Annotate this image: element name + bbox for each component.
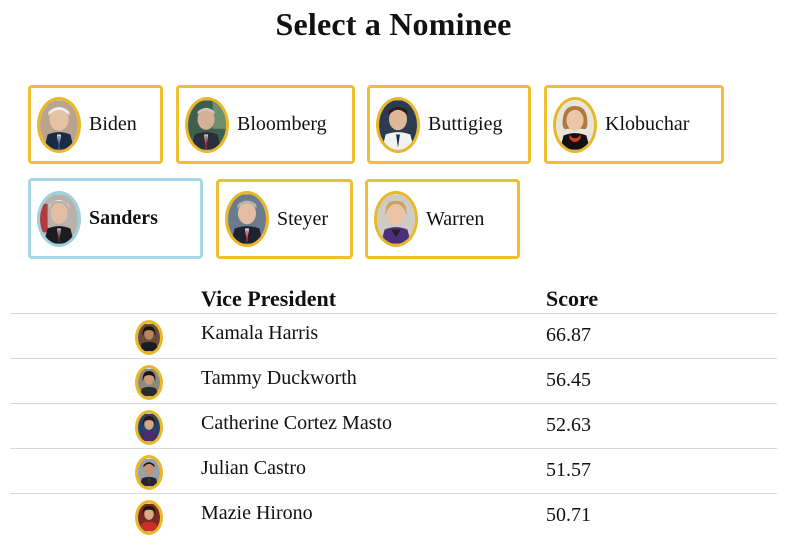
table-row: Catherine Cortez Masto 52.63	[10, 403, 777, 449]
vp-column-header: Vice President	[201, 286, 337, 311]
mazie-hirono-photo-icon	[135, 500, 163, 535]
nominee-name: Buttigieg	[428, 113, 503, 135]
nominee-card-biden[interactable]: Biden	[28, 85, 163, 164]
nominee-name: Bloomberg	[237, 113, 327, 135]
vp-name: Mazie Hirono	[201, 502, 313, 524]
steyer-photo-icon	[225, 191, 269, 247]
vp-name: Kamala Harris	[201, 322, 319, 344]
score-column-header: Score	[546, 286, 599, 311]
table-row: Tammy Duckworth 56.45	[10, 358, 777, 404]
page-title: Select a Nominee	[275, 6, 512, 42]
sanders-photo-icon	[37, 190, 81, 247]
catherine-cortez-masto-photo-icon	[135, 410, 163, 445]
table-row: Mazie Hirono 50.71	[10, 493, 777, 539]
nominee-card-steyer[interactable]: Steyer	[216, 179, 353, 259]
vp-name: Catherine Cortez Masto	[201, 412, 393, 434]
nominee-name: Warren	[426, 207, 485, 230]
biden-photo-icon	[37, 96, 81, 153]
table-row: Julian Castro 51.57	[10, 448, 777, 494]
nominee-card-warren[interactable]: Warren	[365, 179, 520, 259]
vp-score: 56.45	[546, 369, 591, 391]
buttigieg-photo-icon	[376, 96, 420, 153]
klobuchar-photo-icon	[553, 96, 597, 153]
vp-score: 66.87	[546, 324, 591, 346]
nominee-name: Sanders	[89, 207, 158, 229]
tammy-duckworth-photo-icon	[135, 365, 163, 400]
bloomberg-photo-icon	[185, 96, 229, 153]
nominee-name: Biden	[89, 113, 137, 135]
vp-score: 50.71	[546, 504, 591, 526]
nominee-card-sanders[interactable]: Sanders	[28, 178, 203, 259]
vp-score: 51.57	[546, 459, 591, 481]
vp-score: 52.63	[546, 414, 591, 436]
nominee-name: Steyer	[277, 207, 329, 230]
nominee-card-buttigieg[interactable]: Buttigieg	[367, 85, 531, 164]
table-row: Kamala Harris 66.87	[10, 313, 777, 359]
julian-castro-photo-icon	[135, 455, 163, 490]
nominee-card-klobuchar[interactable]: Klobuchar	[544, 85, 724, 164]
vp-name: Tammy Duckworth	[201, 367, 357, 389]
nominee-name: Klobuchar	[605, 113, 690, 135]
kamala-harris-photo-icon	[135, 320, 163, 355]
vp-name: Julian Castro	[201, 457, 306, 479]
warren-photo-icon	[374, 191, 418, 247]
nominee-card-bloomberg[interactable]: Bloomberg	[176, 85, 355, 164]
